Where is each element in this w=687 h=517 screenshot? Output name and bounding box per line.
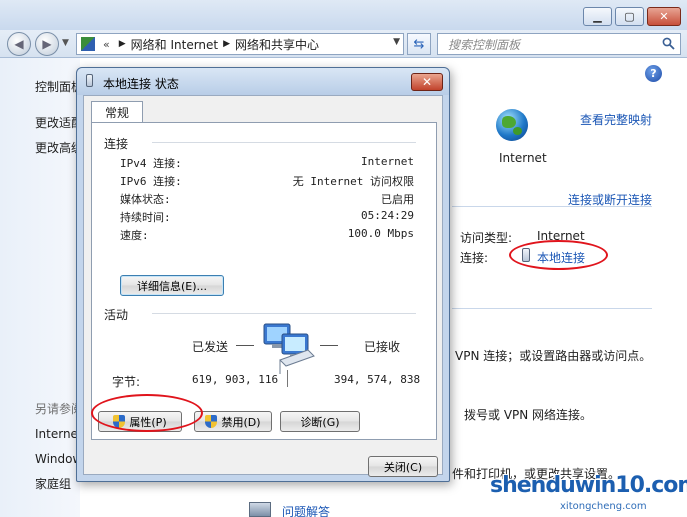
- forward-button[interactable]: ▶: [35, 32, 59, 56]
- breadcrumb-separator-icon[interactable]: ▶: [119, 39, 126, 49]
- uac-shield-icon: [205, 415, 218, 428]
- close-icon: ✕: [421, 75, 433, 89]
- view-full-map-link[interactable]: 查看完整映射: [580, 111, 652, 128]
- see-also-header: 另请参阅: [35, 402, 80, 416]
- internet-globe-icon: [496, 109, 528, 141]
- disable-button-label: 禁用(D): [221, 415, 261, 429]
- dialog-titlebar[interactable]: 本地连接 状态 ✕: [77, 68, 449, 95]
- watermark-sub-text: xitongcheng.com: [560, 501, 647, 512]
- dialog-title: 本地连接 状态: [103, 77, 179, 91]
- change-adapter-settings-link[interactable]: 更改适配器设置: [35, 114, 80, 131]
- network-activity-icon: [263, 323, 315, 374]
- explorer-titlebar: ▁ ▢ ✕: [0, 0, 687, 30]
- duration-value: 05:24:29: [361, 209, 414, 222]
- details-button[interactable]: 详细信息(E)...: [120, 275, 224, 296]
- annotation-oval-properties: [91, 394, 203, 432]
- ipv6-value: 无 Internet 访问权限: [292, 175, 414, 188]
- group-divider: [152, 142, 416, 143]
- connect-network-description: 拨号或 VPN 网络连接。: [464, 408, 593, 422]
- breadcrumb-separator-icon[interactable]: ▶: [223, 39, 230, 49]
- ipv6-label: IPv6 连接:: [120, 175, 182, 188]
- refresh-icon: ⇆: [413, 36, 425, 52]
- duration-label: 持续时间:: [120, 211, 171, 224]
- connection-group-header: 连接: [104, 135, 133, 152]
- search-input[interactable]: 搜索控制面板: [437, 33, 681, 55]
- received-connector-line: [320, 345, 338, 346]
- speed-label: 速度:: [120, 229, 149, 242]
- search-placeholder: 搜索控制面板: [448, 37, 521, 52]
- dialog-body: 常规 连接 IPv4 连接: Internet IPv6 连接: 无 Inter…: [83, 95, 443, 477]
- access-type-label: 访问类型:: [460, 231, 513, 245]
- ipv4-value: Internet: [361, 155, 414, 168]
- internet-options-link[interactable]: Internet 选项: [35, 425, 80, 442]
- maximize-button[interactable]: ▢: [615, 7, 644, 26]
- breadcrumb-sharing-center[interactable]: 网络和共享中心: [235, 36, 319, 53]
- ipv4-label: IPv4 连接:: [120, 157, 182, 170]
- minimize-button[interactable]: ▁: [583, 7, 612, 26]
- connections-label: 连接:: [460, 251, 489, 265]
- section-divider: [452, 308, 652, 309]
- media-state-label: 媒体状态:: [120, 193, 171, 206]
- windows-firewall-link[interactable]: Windows 防火墙: [35, 450, 80, 467]
- control-panel-home-link[interactable]: 控制面板主页: [35, 78, 80, 95]
- tab-general[interactable]: 常规: [91, 101, 143, 123]
- speed-value: 100.0 Mbps: [347, 227, 414, 240]
- site-watermark: shenduwin10.com xitongcheng.com: [490, 465, 687, 517]
- close-dialog-button[interactable]: 关闭(C): [368, 456, 438, 477]
- activity-group-header: 活动: [104, 306, 133, 323]
- bytes-divider: [287, 370, 288, 387]
- search-icon[interactable]: [662, 37, 675, 50]
- control-panel-icon: [81, 37, 95, 51]
- navigation-bar: ◀ ▶ ▼ « ▶ 网络和 Internet ▶ 网络和共享中心 ▼ ⇆ 搜索控…: [0, 30, 687, 58]
- annotation-oval-local-connection: [509, 240, 608, 270]
- received-label: 已接收: [364, 340, 401, 354]
- homegroup-link[interactable]: 家庭组: [35, 475, 80, 492]
- arrow-right-icon: ▶: [42, 37, 52, 51]
- internet-label: Internet: [499, 151, 547, 165]
- history-dropdown-icon[interactable]: ▼: [62, 38, 69, 48]
- refresh-button[interactable]: ⇆: [407, 33, 431, 55]
- general-tab-panel: 连接 IPv4 连接: Internet IPv6 连接: 无 Internet…: [91, 122, 437, 440]
- local-connection-status-dialog: 本地连接 状态 ✕ 常规 连接 IPv4 连接: Internet IPv6 连…: [76, 67, 450, 482]
- arrow-left-icon: ◀: [14, 37, 24, 51]
- window-close-button[interactable]: ✕: [647, 7, 681, 26]
- bytes-label: 字节:: [112, 375, 141, 389]
- address-dropdown-icon[interactable]: ▼: [393, 37, 400, 47]
- setup-connection-description: VPN 连接；或设置路由器或访问点。: [455, 349, 652, 363]
- back-button[interactable]: ◀: [7, 32, 31, 56]
- media-state-value: 已启用: [381, 193, 414, 206]
- address-overflow-chevron[interactable]: «: [103, 38, 110, 51]
- address-bar[interactable]: « ▶ 网络和 Internet ▶ 网络和共享中心 ▼: [76, 33, 404, 55]
- breadcrumb-network-internet[interactable]: 网络和 Internet: [131, 36, 218, 53]
- sent-connector-line: [236, 345, 254, 346]
- group-divider: [152, 313, 416, 314]
- bytes-received-value: 394, 574, 838: [334, 373, 421, 386]
- dialog-close-button[interactable]: ✕: [411, 73, 443, 91]
- troubleshoot-link[interactable]: 问题解答: [282, 503, 330, 517]
- diagnose-button[interactable]: 诊断(G): [280, 411, 360, 432]
- watermark-main-text: shenduwin10.com: [490, 473, 687, 498]
- troubleshoot-icon: [249, 502, 271, 517]
- change-advanced-sharing-link[interactable]: 更改高级共享设置: [35, 139, 80, 156]
- network-adapter-icon: [86, 74, 93, 87]
- help-icon[interactable]: ?: [645, 65, 662, 82]
- left-pane: 控制面板主页 更改适配器设置 更改高级共享设置 另请参阅 Internet 选项…: [0, 58, 80, 517]
- sent-label: 已发送: [192, 340, 229, 354]
- section-divider: [452, 206, 652, 207]
- bytes-sent-value: 619, 903, 116: [192, 373, 279, 386]
- disable-button[interactable]: 禁用(D): [194, 411, 272, 432]
